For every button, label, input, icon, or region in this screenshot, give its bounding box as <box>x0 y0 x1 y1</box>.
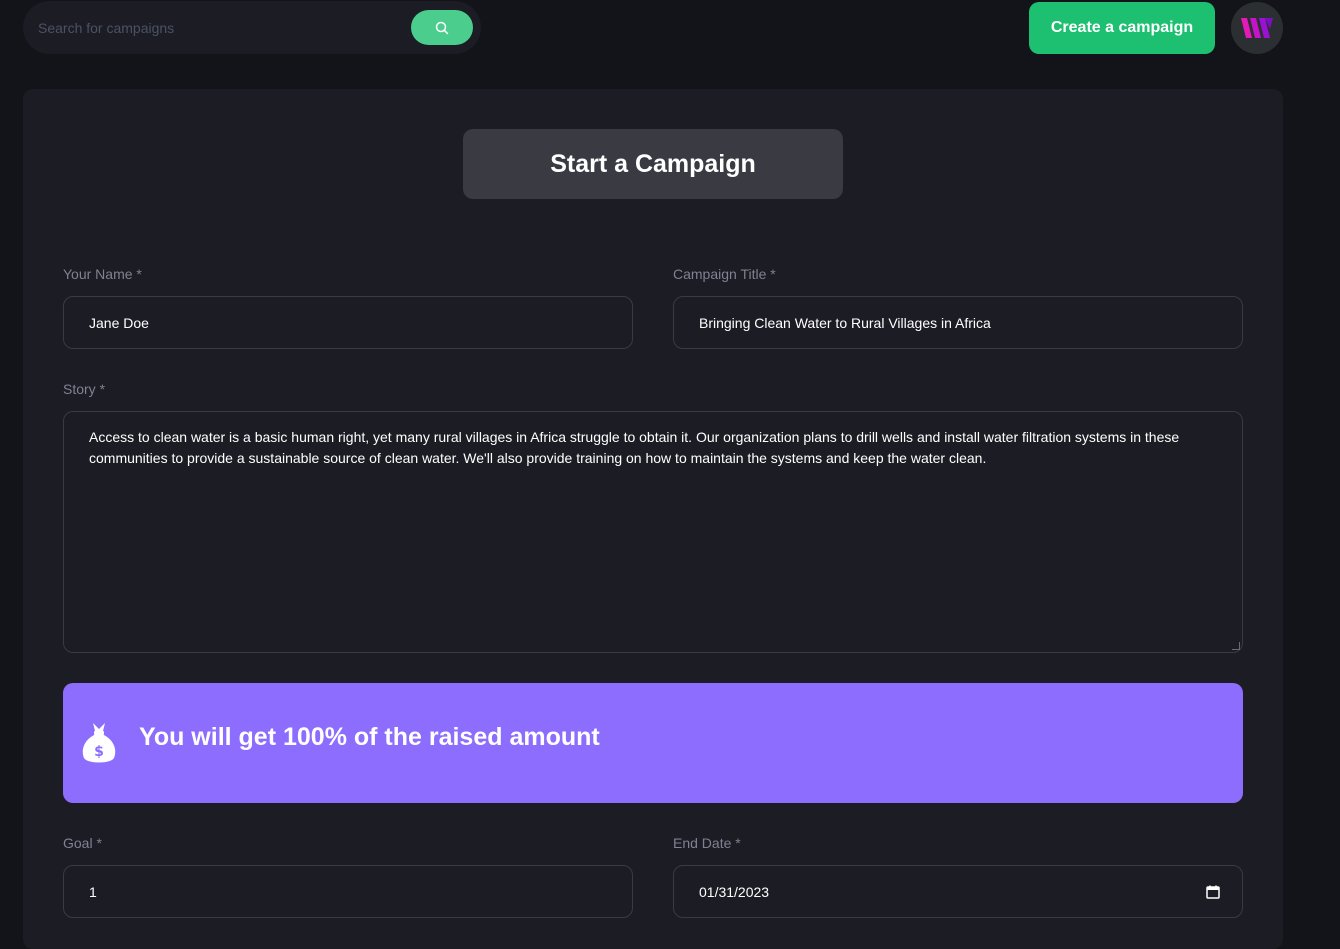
campaign-title-label: Campaign Title * <box>673 266 776 282</box>
campaign-title-field[interactable]: Bringing Clean Water to Rural Villages i… <box>673 296 1243 349</box>
resize-handle[interactable] <box>1232 642 1240 650</box>
story-label: Story * <box>63 381 106 397</box>
avatar[interactable] <box>1231 2 1283 54</box>
goal-label: Goal * <box>63 835 102 851</box>
search-bar <box>23 1 481 54</box>
money-bag-icon: $ <box>82 723 116 763</box>
goal-value: 1 <box>89 883 97 900</box>
banner-text: You will get 100% of the raised amount <box>139 723 600 751</box>
end-date-value: 01/31/2023 <box>699 883 770 900</box>
story-field[interactable]: Access to clean water is a basic human r… <box>63 411 1243 653</box>
create-campaign-button[interactable]: Create a campaign <box>1029 2 1215 54</box>
search-icon <box>435 21 449 34</box>
campaign-title-value: Bringing Clean Water to Rural Villages i… <box>699 314 991 331</box>
name-value: Jane Doe <box>89 314 149 331</box>
goal-field[interactable]: 1 <box>63 865 633 918</box>
page-title: Start a Campaign <box>463 129 843 199</box>
top-bar: Create a campaign <box>0 0 1340 60</box>
search-input[interactable] <box>38 9 408 47</box>
svg-text:$: $ <box>94 744 104 760</box>
logo-icon <box>1241 18 1273 38</box>
name-field[interactable]: Jane Doe <box>63 296 633 349</box>
end-date-field[interactable]: 01/31/2023 <box>673 865 1243 918</box>
name-label: Your Name * <box>63 266 142 282</box>
search-button[interactable] <box>411 10 473 45</box>
end-date-label: End Date * <box>673 835 741 851</box>
info-banner: $ You will get 100% of the raised amount <box>63 683 1243 803</box>
calendar-icon[interactable] <box>1206 885 1220 899</box>
campaign-form-panel: Start a Campaign Your Name * Jane Doe Ca… <box>23 89 1283 949</box>
story-value: Access to clean water is a basic human r… <box>89 429 1180 466</box>
